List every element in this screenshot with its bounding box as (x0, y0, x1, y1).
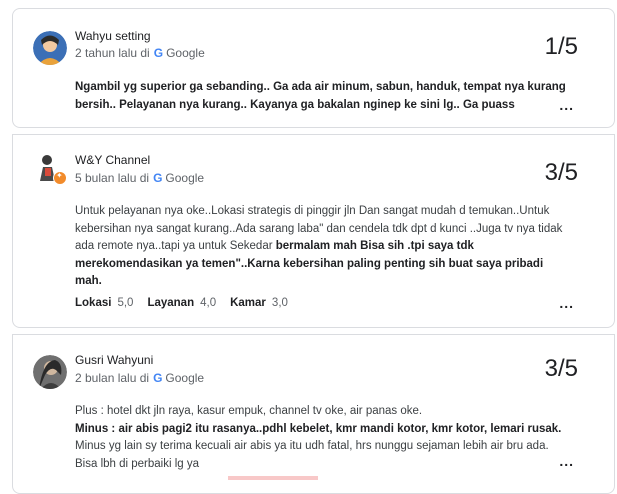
more-options-button[interactable]: ... (559, 97, 574, 113)
review-card: Wahyu setting 2 tahun lalu di G Google 1… (12, 8, 615, 128)
review-card: Gusri Wahyuni 2 bulan lalu di G Google 3… (12, 334, 615, 494)
reviewer-name[interactable]: Gusri Wahyuni (75, 353, 153, 367)
google-icon: G (153, 46, 164, 60)
review-text-plus: Plus : hotel dkt jln raya, kasur empuk, … (75, 405, 423, 417)
aspect-layanan: Layanan 4,0 (147, 297, 217, 309)
review-meta: 5 bulan lalu di G Google (75, 171, 204, 185)
review-source: Google (166, 46, 205, 60)
review-text-minus: Minus : air abis pagi2 itu rasanya..pdhl… (75, 422, 562, 435)
reviewer-name[interactable]: Wahyu setting (75, 29, 151, 43)
review-text-bold: Ngambil yg superior ga sebanding.. Ga ad… (75, 81, 566, 111)
review-rating: 1/5 (544, 33, 578, 60)
reviewer-name[interactable]: W&Y Channel (75, 153, 150, 167)
aspect-kamar: Kamar 3,0 (230, 297, 288, 309)
partial-element (228, 476, 318, 480)
review-meta: 2 bulan lalu di G Google (75, 371, 204, 385)
review-source: Google (165, 171, 205, 185)
review-time: 2 bulan lalu di (75, 371, 150, 385)
review-time: 5 bulan lalu di (75, 171, 150, 185)
review-source: Google (165, 371, 205, 385)
avatar[interactable] (33, 355, 67, 389)
google-icon: G (153, 171, 163, 185)
more-options-button[interactable]: ... (559, 295, 574, 311)
review-card: W&Y Channel 5 bulan lalu di G Google 3/5… (12, 134, 615, 328)
more-options-button[interactable]: ... (559, 453, 574, 469)
avatar[interactable] (33, 31, 67, 65)
review-text: Ngambil yg superior ga sebanding.. Ga ad… (75, 79, 566, 114)
review-time: 2 tahun lalu di (75, 46, 150, 60)
review-text: Plus : hotel dkt jln raya, kasur empuk, … (75, 403, 566, 473)
review-meta: 2 tahun lalu di G Google (75, 46, 205, 60)
review-text-minus-other: Minus yg lain sy terima kecuali air abis… (75, 440, 549, 470)
review-rating: 3/5 (544, 355, 578, 382)
local-guide-badge-icon (53, 171, 67, 185)
review-rating: 3/5 (544, 159, 578, 186)
review-text: Untuk pelayanan nya oke..Lokasi strategi… (75, 203, 566, 291)
google-icon: G (153, 371, 163, 385)
aspect-ratings: Lokasi 5,0 Layanan 4,0 Kamar 3,0 (75, 297, 288, 309)
aspect-lokasi: Lokasi 5,0 (75, 297, 134, 309)
